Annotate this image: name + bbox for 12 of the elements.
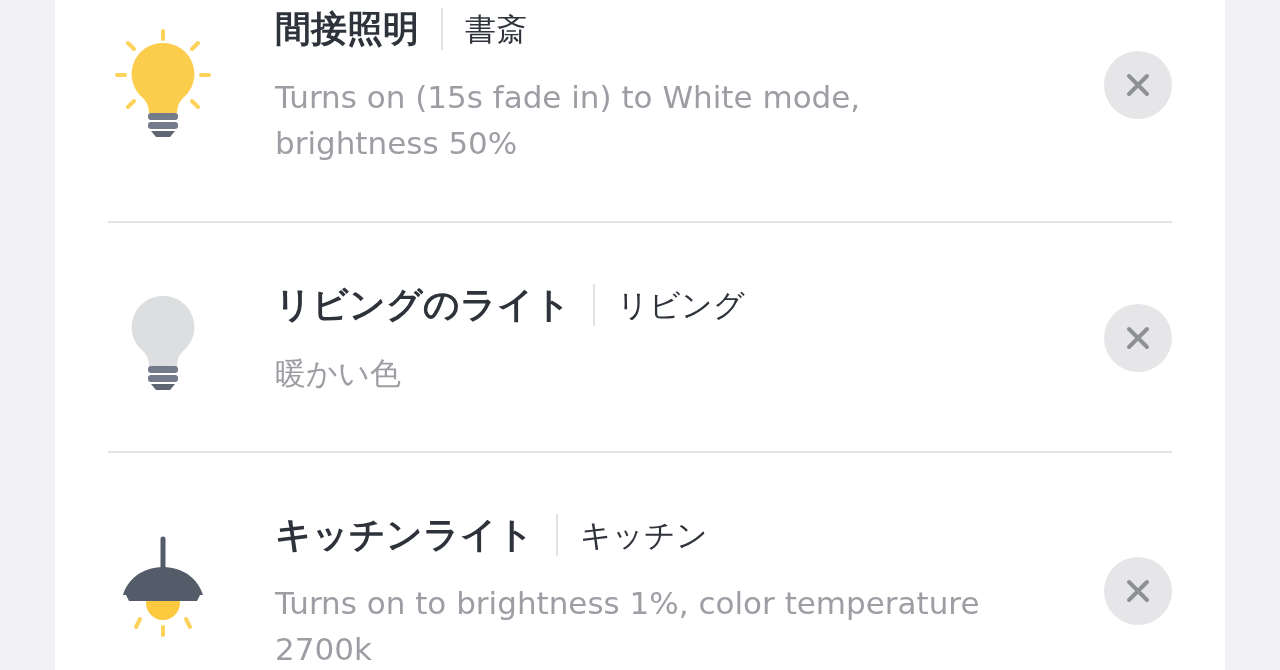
device-name: キッチンライト <box>275 513 534 557</box>
room-name: リビング <box>617 286 745 325</box>
close-icon <box>1126 73 1150 97</box>
action-description: Turns on to brightness 1%, color temperature 2700k <box>275 584 981 669</box>
action-description: 暖かい色 <box>275 354 402 393</box>
device-name: 間接照明 <box>275 7 419 51</box>
room-name: 書斎 <box>465 10 527 49</box>
room-name: キッチン <box>580 516 708 555</box>
close-icon <box>1126 579 1150 603</box>
device-name: リビングのライト <box>275 283 571 327</box>
close-icon <box>1126 326 1150 350</box>
action-description: Turns on (15s fade in) to White mode, brightness 50% <box>275 78 862 163</box>
